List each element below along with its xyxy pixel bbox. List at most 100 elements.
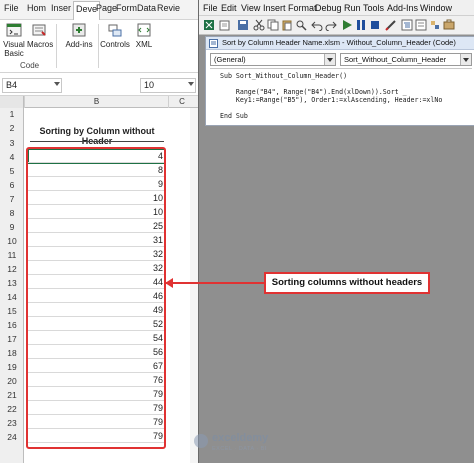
- cut-icon[interactable]: [253, 19, 265, 31]
- macros-icon: [32, 24, 46, 36]
- code-group-label: Code: [20, 61, 40, 70]
- row-header[interactable]: 17: [0, 334, 24, 344]
- row-header[interactable]: 8: [0, 208, 24, 218]
- row-header[interactable]: 1: [0, 109, 24, 119]
- design-mode-icon[interactable]: [385, 19, 397, 31]
- column-header-bar: B C: [0, 96, 198, 108]
- row-header[interactable]: 16: [0, 320, 24, 330]
- formula-bar: B4 10: [0, 74, 198, 96]
- code-line[interactable]: Key1:=Range("B5"), Order1:=xlAscending, …: [220, 96, 442, 104]
- row-header[interactable]: 20: [0, 376, 24, 386]
- chevron-down-icon[interactable]: [460, 54, 471, 65]
- row-header[interactable]: 9: [0, 222, 24, 232]
- menu-edit[interactable]: Edit: [221, 3, 237, 13]
- row-header[interactable]: 2: [0, 123, 24, 133]
- sheet-title[interactable]: Sorting by Column without Header: [26, 126, 168, 146]
- menu-format[interactable]: Format: [288, 3, 317, 13]
- row-header[interactable]: 13: [0, 278, 24, 288]
- menu-view[interactable]: View: [241, 3, 260, 13]
- menu-tools[interactable]: Tools: [363, 3, 384, 13]
- row-header[interactable]: 11: [0, 250, 24, 260]
- redo-icon[interactable]: [325, 19, 337, 31]
- visual-basic-icon: [6, 23, 22, 37]
- row-header[interactable]: 21: [0, 390, 24, 400]
- code-line[interactable]: Range("B4", Range("B4").End(xlDown)).Sor…: [220, 88, 407, 96]
- row-header[interactable]: 24: [0, 432, 24, 442]
- insert-module-icon[interactable]: [219, 19, 231, 31]
- macros-label: Macros: [27, 40, 54, 49]
- properties-icon[interactable]: [415, 19, 427, 31]
- column-header-c[interactable]: C: [172, 96, 192, 108]
- tab-formulas[interactable]: Form: [116, 3, 137, 13]
- arrow-left-icon: [165, 278, 173, 288]
- tab-data[interactable]: Data: [137, 3, 156, 13]
- ribbon-tab-bar: File Hom Inser Deve Page Form Data Revie: [0, 0, 198, 20]
- add-ins-icon: [72, 23, 86, 37]
- menu-run[interactable]: Run: [344, 3, 361, 13]
- ribbon-divider: [98, 24, 99, 68]
- undo-icon[interactable]: [311, 19, 323, 31]
- save-icon[interactable]: [237, 19, 249, 31]
- project-explorer-icon[interactable]: [401, 19, 413, 31]
- object-browser-icon[interactable]: [429, 19, 441, 31]
- row-header[interactable]: 15: [0, 306, 24, 316]
- ribbon: Visual Basic Macros Add-ins Controls XML…: [0, 20, 198, 73]
- add-ins-button[interactable]: Add-ins: [62, 22, 96, 49]
- chevron-down-icon[interactable]: [188, 82, 194, 86]
- chevron-down-icon[interactable]: [54, 82, 60, 86]
- controls-label: Controls: [100, 40, 130, 49]
- macros-button[interactable]: Macros: [27, 22, 54, 49]
- code-editor[interactable]: Sub Sort_Without_Column_Header() Range("…: [210, 68, 472, 124]
- row-header[interactable]: 18: [0, 348, 24, 358]
- tab-review[interactable]: Revie: [157, 3, 180, 13]
- paste-icon[interactable]: [281, 19, 293, 31]
- row-header[interactable]: 3: [0, 138, 24, 148]
- row-header[interactable]: 14: [0, 292, 24, 302]
- highlight-frame: [26, 147, 166, 449]
- controls-button[interactable]: Controls: [100, 22, 130, 49]
- chevron-down-icon[interactable]: [324, 54, 335, 65]
- find-icon[interactable]: [295, 19, 307, 31]
- object-dropdown[interactable]: (General): [210, 53, 336, 66]
- column-header-b[interactable]: B: [24, 96, 169, 108]
- stop-icon[interactable]: [369, 19, 381, 31]
- menu-debug[interactable]: Debug: [315, 3, 342, 13]
- row-header[interactable]: 6: [0, 180, 24, 190]
- excel-view-icon[interactable]: [203, 19, 215, 31]
- tab-home[interactable]: Hom: [27, 3, 46, 13]
- vertical-scrollbar[interactable]: [190, 108, 198, 463]
- vbe-menu-bar: File Edit View Insert Format Debug Run T…: [199, 0, 474, 16]
- row-header[interactable]: 5: [0, 166, 24, 176]
- menu-add-ins[interactable]: Add-Ins: [387, 3, 418, 13]
- xml-label: XML: [135, 40, 153, 49]
- row-header[interactable]: 23: [0, 418, 24, 428]
- row-header[interactable]: 12: [0, 264, 24, 274]
- copy-icon[interactable]: [267, 19, 279, 31]
- tab-page-layout[interactable]: Page: [96, 3, 117, 13]
- menu-insert[interactable]: Insert: [263, 3, 286, 13]
- row-header[interactable]: 4: [0, 152, 24, 162]
- vbe-toolbar: [199, 16, 474, 35]
- toolbox-icon[interactable]: [443, 19, 455, 31]
- tab-file[interactable]: File: [4, 3, 19, 13]
- row-header[interactable]: 19: [0, 362, 24, 372]
- name-box[interactable]: B4: [2, 78, 62, 93]
- tab-insert[interactable]: Inser: [51, 3, 71, 13]
- pause-icon[interactable]: [355, 19, 367, 31]
- code-window-titlebar[interactable]: Sort by Column Header Name.xlsm - Withou…: [206, 37, 474, 50]
- row-header[interactable]: 10: [0, 236, 24, 246]
- font-size-value: 10: [144, 80, 155, 90]
- code-window[interactable]: Sort by Column Header Name.xlsm - Withou…: [205, 36, 474, 126]
- code-line[interactable]: End Sub: [220, 112, 248, 120]
- select-all-button[interactable]: [0, 96, 24, 108]
- visual-basic-button[interactable]: Visual Basic: [2, 22, 26, 58]
- menu-window[interactable]: Window: [420, 3, 452, 13]
- row-header[interactable]: 22: [0, 404, 24, 414]
- procedure-dropdown[interactable]: Sort_Without_Column_Header: [340, 53, 472, 66]
- menu-file[interactable]: File: [203, 3, 218, 13]
- code-line[interactable]: Sub Sort_Without_Column_Header(): [220, 72, 347, 80]
- exceldemy-logo-icon: [194, 434, 208, 448]
- row-header[interactable]: 7: [0, 194, 24, 204]
- xml-button[interactable]: XML: [132, 22, 156, 49]
- run-icon[interactable]: [341, 19, 353, 31]
